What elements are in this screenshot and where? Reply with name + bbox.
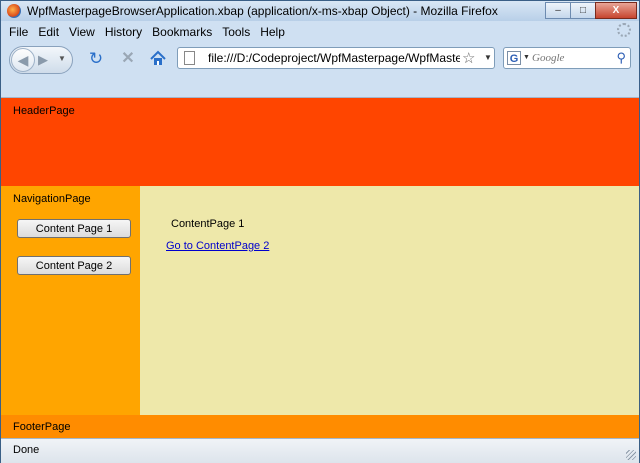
browser-window: WpfMasterpageBrowserApplication.xbap (ap… (0, 0, 640, 463)
footer-page-label: FooterPage (13, 421, 71, 433)
footer-page: FooterPage (1, 415, 639, 438)
url-dropdown-icon[interactable]: ▼ (484, 53, 492, 62)
menu-bookmarks[interactable]: Bookmarks (147, 25, 217, 39)
header-page: HeaderPage (1, 98, 639, 186)
bookmark-star-icon[interactable]: ☆ (462, 49, 475, 67)
google-engine-icon[interactable]: G (507, 51, 521, 65)
status-bar: Done (1, 438, 639, 463)
engine-dropdown-icon[interactable]: ▼ (523, 54, 530, 61)
page-icon (184, 51, 195, 65)
reload-button[interactable]: ↻ (87, 50, 105, 68)
window-controls: – □ X (545, 2, 637, 20)
status-text: Done (13, 444, 40, 456)
maximize-button[interactable]: □ (570, 2, 596, 19)
xbap-content-area: HeaderPage NavigationPage Content Page 1… (1, 97, 639, 438)
content-page-title: ContentPage 1 (171, 218, 245, 230)
navigation-page: NavigationPage Content Page 1 Content Pa… (1, 186, 140, 415)
menu-bar: File Edit View History Bookmarks Tools H… (1, 22, 639, 42)
back-forward-group: ◀ ▶ ▼ (9, 46, 73, 74)
navigation-toolbar: ◀ ▶ ▼ ↻ ✕ file:///D:/Codeproject/WpfMast… (1, 43, 639, 75)
window-title: WpfMasterpageBrowserApplication.xbap (ap… (27, 4, 498, 18)
search-bar: G ▼ ⚲ (503, 47, 631, 69)
back-button[interactable]: ◀ (11, 48, 35, 72)
forward-button[interactable]: ▶ (38, 52, 48, 68)
home-icon (150, 50, 166, 65)
search-input[interactable] (532, 50, 608, 66)
stop-button[interactable]: ✕ (119, 50, 137, 68)
menu-history[interactable]: History (100, 25, 147, 39)
menu-file[interactable]: File (1, 25, 33, 39)
url-text[interactable]: file:///D:/Codeproject/WpfMasterpage/Wpf… (208, 51, 460, 65)
go-to-content-page-2-link[interactable]: Go to ContentPage 2 (166, 240, 269, 252)
menu-help[interactable]: Help (255, 25, 290, 39)
activity-throbber-icon (617, 23, 631, 37)
url-bar[interactable]: file:///D:/Codeproject/WpfMasterpage/Wpf… (177, 47, 495, 69)
content-page-2-button[interactable]: Content Page 2 (17, 256, 131, 275)
title-bar[interactable]: WpfMasterpageBrowserApplication.xbap (ap… (1, 1, 639, 21)
resize-grip-icon[interactable] (626, 450, 636, 460)
forward-arrow-icon: ▶ (38, 52, 48, 67)
firefox-logo-icon (7, 4, 21, 18)
minimize-button[interactable]: – (545, 2, 571, 19)
search-icon[interactable]: ⚲ (616, 50, 626, 66)
menu-tools[interactable]: Tools (217, 25, 255, 39)
history-dropdown-icon[interactable]: ▼ (58, 54, 66, 63)
back-arrow-icon: ◀ (17, 51, 29, 68)
menu-view[interactable]: View (64, 25, 100, 39)
stop-icon: ✕ (121, 50, 135, 67)
menu-edit[interactable]: Edit (33, 25, 64, 39)
content-page: ContentPage 1 Go to ContentPage 2 (140, 186, 639, 415)
header-page-label: HeaderPage (13, 105, 75, 117)
reload-icon: ↻ (88, 49, 104, 68)
content-page-1-button[interactable]: Content Page 1 (17, 219, 131, 238)
home-button[interactable] (148, 49, 168, 69)
navigation-page-label: NavigationPage (13, 193, 91, 205)
close-button[interactable]: X (595, 2, 637, 19)
